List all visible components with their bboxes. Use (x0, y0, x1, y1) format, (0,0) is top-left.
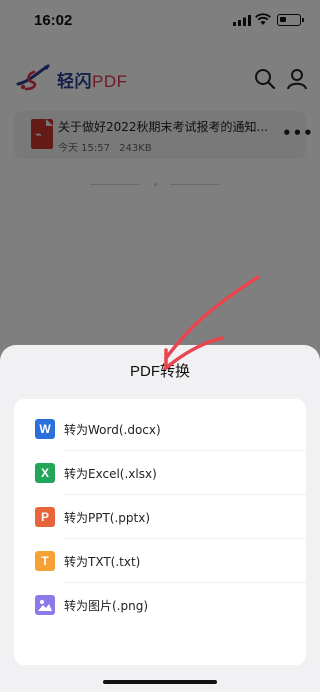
convert-to-word-option[interactable]: W 转为Word(.docx) (14, 407, 306, 451)
convert-to-txt-option[interactable]: T 转为TXT(.txt) (14, 539, 306, 583)
convert-to-image-option[interactable]: 转为图片(.png) (14, 583, 306, 627)
option-label: 转为Word(.docx) (64, 423, 161, 437)
convert-to-excel-option[interactable]: X 转为Excel(.xlsx) (14, 451, 306, 495)
option-label: 转为Excel(.xlsx) (64, 467, 157, 481)
image-icon (35, 595, 55, 615)
home-indicator (103, 680, 217, 684)
convert-to-ppt-option[interactable]: P 转为PPT(.pptx) (14, 495, 306, 539)
conversion-sheet: PDF转换 W 转为Word(.docx) X 转为Excel(.xlsx) P… (0, 345, 320, 692)
option-label: 转为TXT(.txt) (64, 555, 141, 569)
sheet-title: PDF转换 (129, 363, 190, 380)
txt-icon: T (35, 551, 55, 571)
word-icon: W (35, 419, 55, 439)
option-label: 转为图片(.png) (64, 599, 149, 613)
option-label: 转为PPT(.pptx) (64, 511, 151, 525)
excel-icon: X (35, 463, 55, 483)
ppt-icon: P (35, 507, 55, 527)
conversion-options-list: W 转为Word(.docx) X 转为Excel(.xlsx) P 转为PPT… (14, 399, 306, 665)
